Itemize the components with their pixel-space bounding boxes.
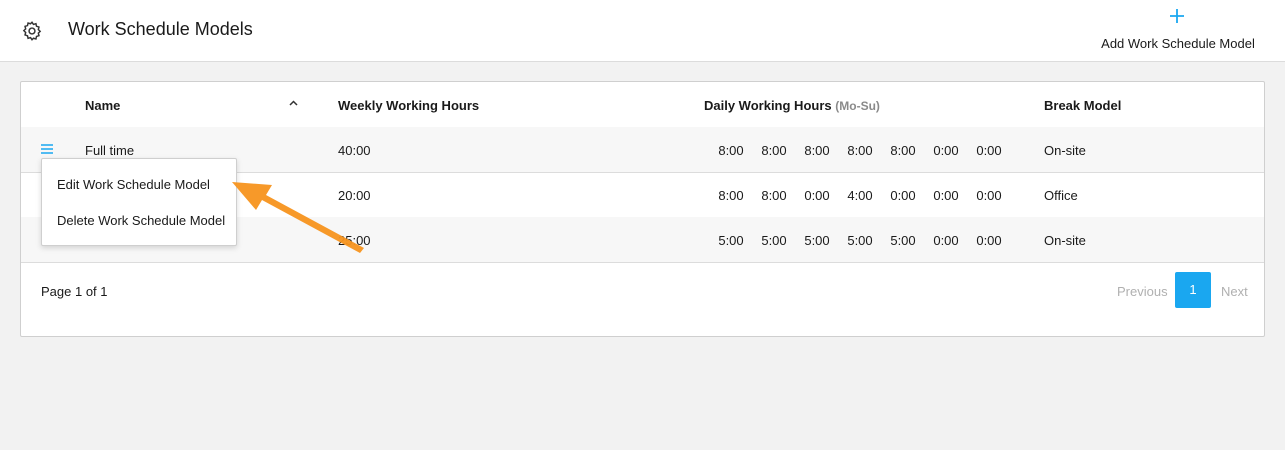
row-day-fr: 8:00 [890,143,916,158]
row-weekly-hours: 20:00 [338,188,371,203]
column-header-daily: Daily Working Hours (Mo-Su) [704,98,880,113]
page-title: Work Schedule Models [68,19,253,39]
row-day-fr: 0:00 [890,188,916,203]
sort-ascending-icon[interactable] [289,100,298,106]
row-day-su: 0:00 [976,188,1002,203]
row-day-mo: 8:00 [718,188,744,203]
row-day-su: 0:00 [976,233,1002,248]
add-button-label: Add Work Schedule Model [1101,36,1255,51]
row-break-model: Office [1044,188,1078,203]
row-day-th: 5:00 [847,233,873,248]
row-day-su: 0:00 [976,143,1002,158]
row-day-th: 4:00 [847,188,873,203]
row-day-we: 0:00 [804,188,830,203]
page-1-button[interactable]: 1 [1175,272,1211,308]
row-day-mo: 5:00 [718,233,744,248]
menu-icon[interactable] [41,144,53,154]
row-weekly-hours: 40:00 [338,143,371,158]
row-day-we: 5:00 [804,233,830,248]
delete-work-schedule-model-menu-item[interactable]: Delete Work Schedule Model [57,213,225,228]
column-header-name[interactable]: Name [85,98,120,113]
row-day-we: 8:00 [804,143,830,158]
column-header-weekly: Weekly Working Hours [338,98,480,113]
row-day-tu: 8:00 [761,188,787,203]
row-day-tu: 5:00 [761,233,787,248]
row-day-th: 8:00 [847,143,873,158]
add-work-schedule-model-button[interactable]: Add Work Schedule Model [1101,8,1255,54]
top-bar: Work Schedule Models Add Work Schedule M… [0,0,1285,62]
row-day-tu: 8:00 [761,143,787,158]
row-day-sa: 0:00 [933,233,959,248]
row-day-sa: 0:00 [933,188,959,203]
table-header: Name Weekly Working Hours Daily Working … [21,82,1264,128]
row-break-model: On-site [1044,233,1086,248]
row-weekly-hours: 25:00 [338,233,371,248]
next-page-button[interactable]: Next [1221,284,1248,299]
column-header-daily-label: Daily Working Hours [704,98,832,113]
column-header-name-label: Name [85,98,121,113]
previous-page-button[interactable]: Previous [1117,284,1168,299]
row-day-fr: 5:00 [890,233,916,248]
plus-icon [1170,9,1184,23]
row-break-model: On-site [1044,143,1086,158]
edit-work-schedule-model-menu-item[interactable]: Edit Work Schedule Model [57,177,210,192]
page-info: Page 1 of 1 [41,284,108,299]
row-context-menu: Edit Work Schedule Model Delete Work Sch… [41,158,237,246]
row-day-mo: 8:00 [718,143,744,158]
row-day-sa: 0:00 [933,143,959,158]
gear-icon[interactable] [21,20,43,42]
row-name: Full time [85,143,135,158]
column-header-daily-sub: (Mo-Su) [835,99,880,113]
column-header-break-model: Break Model [1044,98,1122,113]
